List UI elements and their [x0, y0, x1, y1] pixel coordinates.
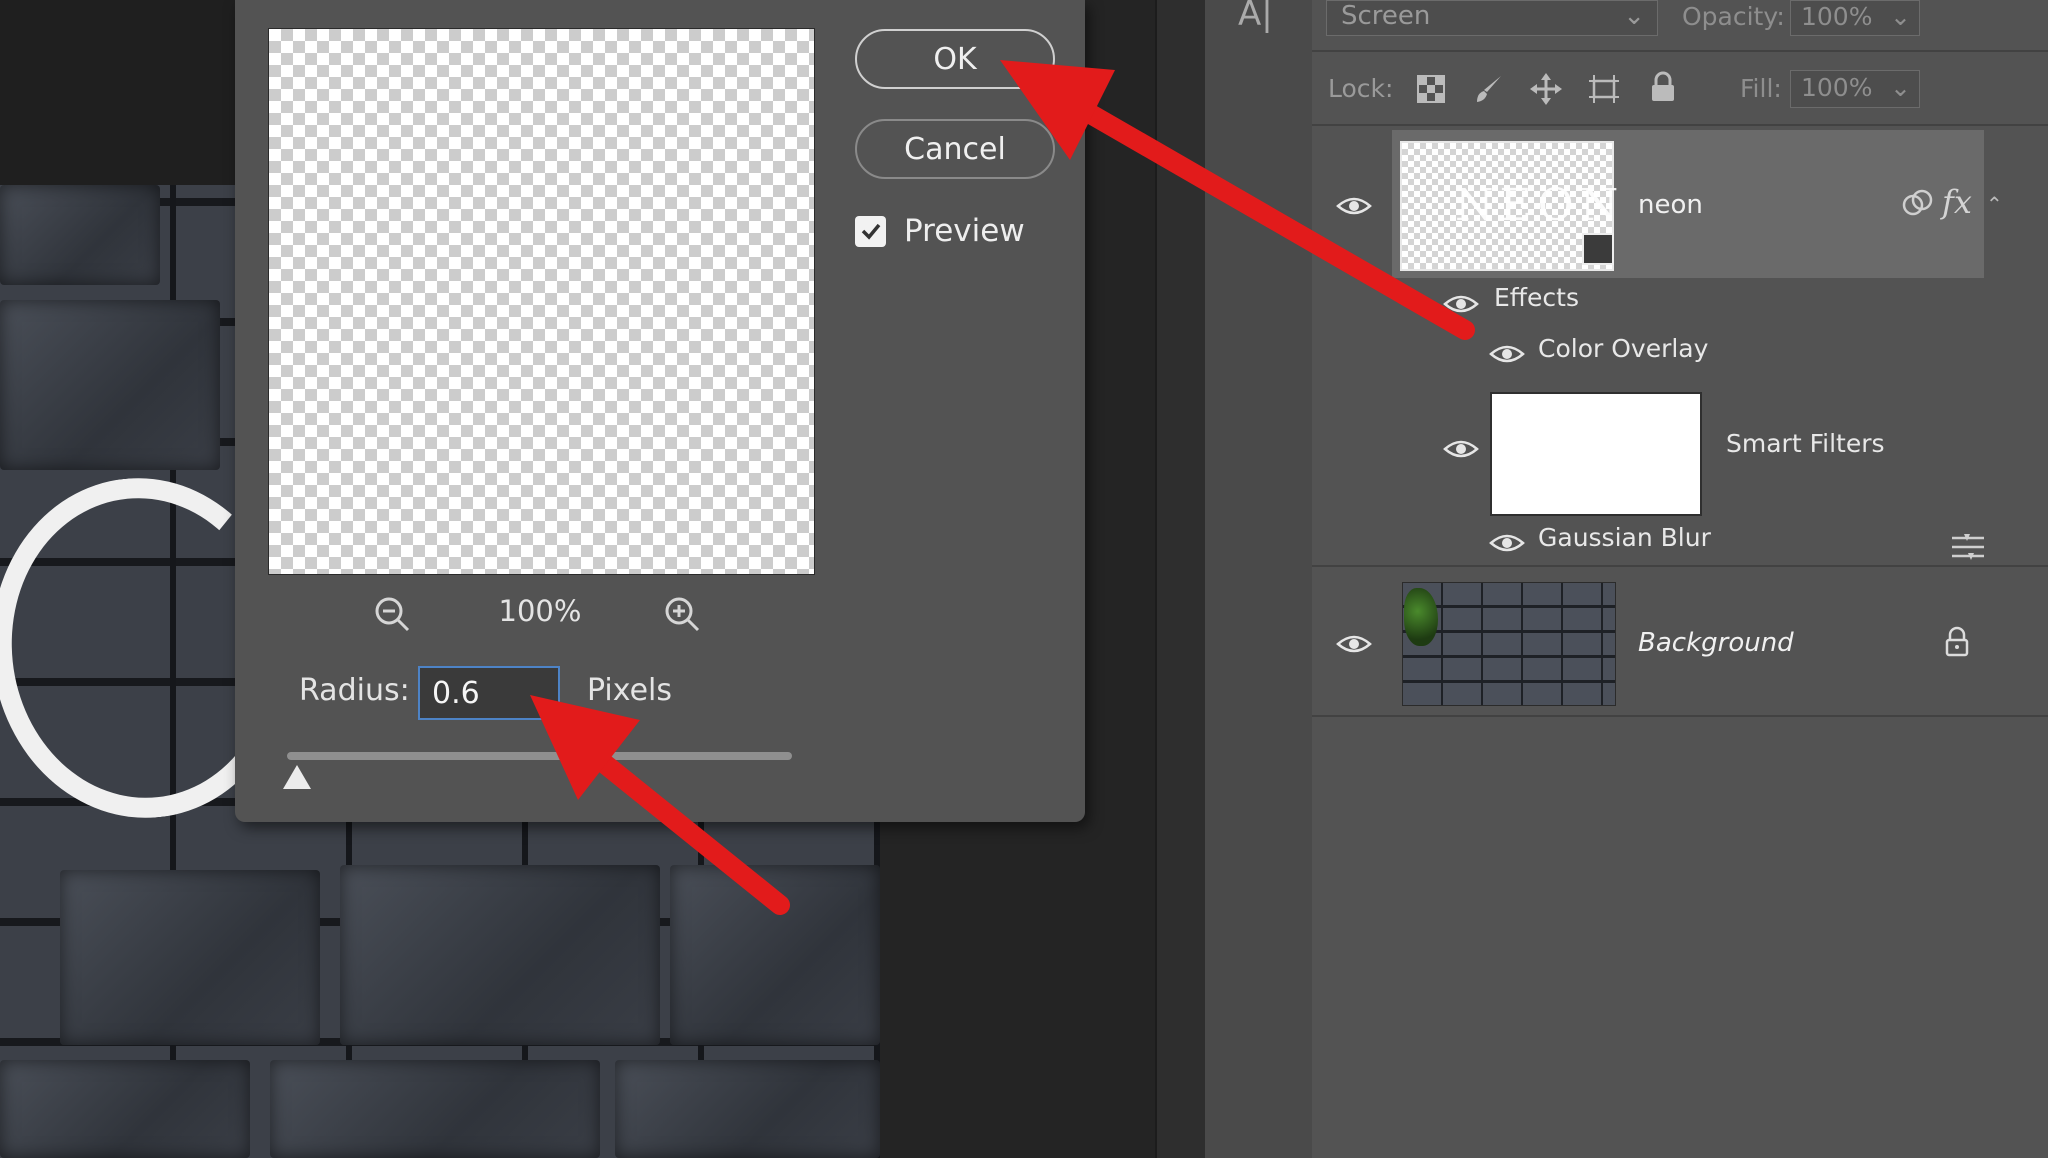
radius-slider-track[interactable]: [287, 752, 792, 760]
color-overlay-label[interactable]: Color Overlay: [1538, 334, 1708, 363]
stone-brick: [340, 865, 660, 1045]
preview-label: Preview: [904, 213, 1025, 249]
cancel-button[interactable]: Cancel: [855, 119, 1055, 179]
stone-brick: [0, 300, 220, 470]
lock-label: Lock:: [1328, 74, 1394, 103]
chevron-down-icon: ⌄: [1890, 73, 1911, 102]
fx-icon[interactable]: fx: [1942, 183, 1972, 221]
fill-input[interactable]: 100% ⌄: [1790, 70, 1920, 108]
lock-transparent-pixels-icon[interactable]: [1412, 70, 1450, 108]
ok-button[interactable]: OK: [855, 29, 1055, 89]
eye-icon[interactable]: [1443, 437, 1479, 465]
eye-icon[interactable]: [1443, 292, 1479, 320]
checkmark-icon[interactable]: [855, 215, 886, 247]
stone-brick: [60, 870, 320, 1045]
lock-position-icon[interactable]: [1527, 70, 1565, 108]
tool-strip: [1205, 0, 1314, 1158]
character-tool-icon[interactable]: A|: [1238, 0, 1273, 34]
fill-label: Fill:: [1740, 74, 1782, 103]
layer-name-background[interactable]: Background: [1638, 628, 1794, 658]
neon-thumbnail-text: NEON: [1455, 180, 1625, 231]
smart-object-icon: [1582, 233, 1614, 265]
filter-blending-options-icon[interactable]: [1950, 532, 1986, 566]
opacity-value: 100%: [1801, 2, 1873, 31]
opacity-input[interactable]: 100% ⌄: [1790, 0, 1920, 36]
radius-slider-thumb[interactable]: [283, 765, 312, 789]
pixels-unit-label: Pixels: [587, 673, 673, 708]
blend-mode-value: Screen: [1341, 1, 1431, 31]
stone-brick: [0, 185, 160, 285]
gaussian-blur-label[interactable]: Gaussian Blur: [1538, 523, 1711, 552]
zoom-level: 100%: [498, 594, 582, 628]
lock-artboard-icon[interactable]: [1585, 70, 1623, 108]
zoom-in-icon[interactable]: [662, 594, 702, 634]
divider: [1312, 565, 2048, 567]
lock-icon[interactable]: [1944, 626, 1970, 662]
eye-icon[interactable]: [1336, 632, 1372, 660]
preview-checkbox[interactable]: Preview: [855, 213, 1025, 249]
layer-name-neon[interactable]: neon: [1638, 190, 1703, 220]
panel-divider: [1155, 0, 1209, 1158]
fill-value: 100%: [1801, 73, 1873, 102]
preview-area[interactable]: [268, 28, 815, 575]
stone-brick: [615, 1060, 880, 1158]
divider: [1312, 124, 2048, 126]
chevron-down-icon: ⌄: [1623, 1, 1645, 31]
gaussian-blur-dialog: 100% OK Cancel Preview Radius: Pixels: [235, 0, 1085, 822]
smart-filters-label[interactable]: Smart Filters: [1726, 429, 1885, 458]
radius-label: Radius:: [299, 673, 410, 708]
smart-filter-mask-thumbnail[interactable]: [1490, 392, 1702, 516]
divider: [1312, 715, 2048, 717]
radius-input[interactable]: [418, 666, 560, 720]
chevron-down-icon: ⌄: [1890, 2, 1911, 31]
eye-icon[interactable]: [1489, 531, 1525, 559]
eye-icon[interactable]: [1489, 342, 1525, 370]
stone-brick: [670, 865, 880, 1045]
divider: [1312, 50, 2048, 52]
lock-image-pixels-icon[interactable]: [1470, 70, 1508, 108]
stone-brick: [0, 1060, 250, 1158]
zoom-out-icon[interactable]: [372, 594, 412, 634]
effects-label[interactable]: Effects: [1494, 283, 1579, 312]
eye-icon[interactable]: [1336, 194, 1372, 222]
blend-mode-select[interactable]: Screen ⌄: [1326, 0, 1658, 36]
opacity-label: Opacity:: [1682, 2, 1785, 31]
blend-interior-icon: [1900, 188, 1936, 222]
stone-brick: [270, 1060, 600, 1158]
collapse-caret-icon[interactable]: ⌃: [1986, 192, 2003, 216]
lock-all-icon[interactable]: [1644, 68, 1682, 106]
